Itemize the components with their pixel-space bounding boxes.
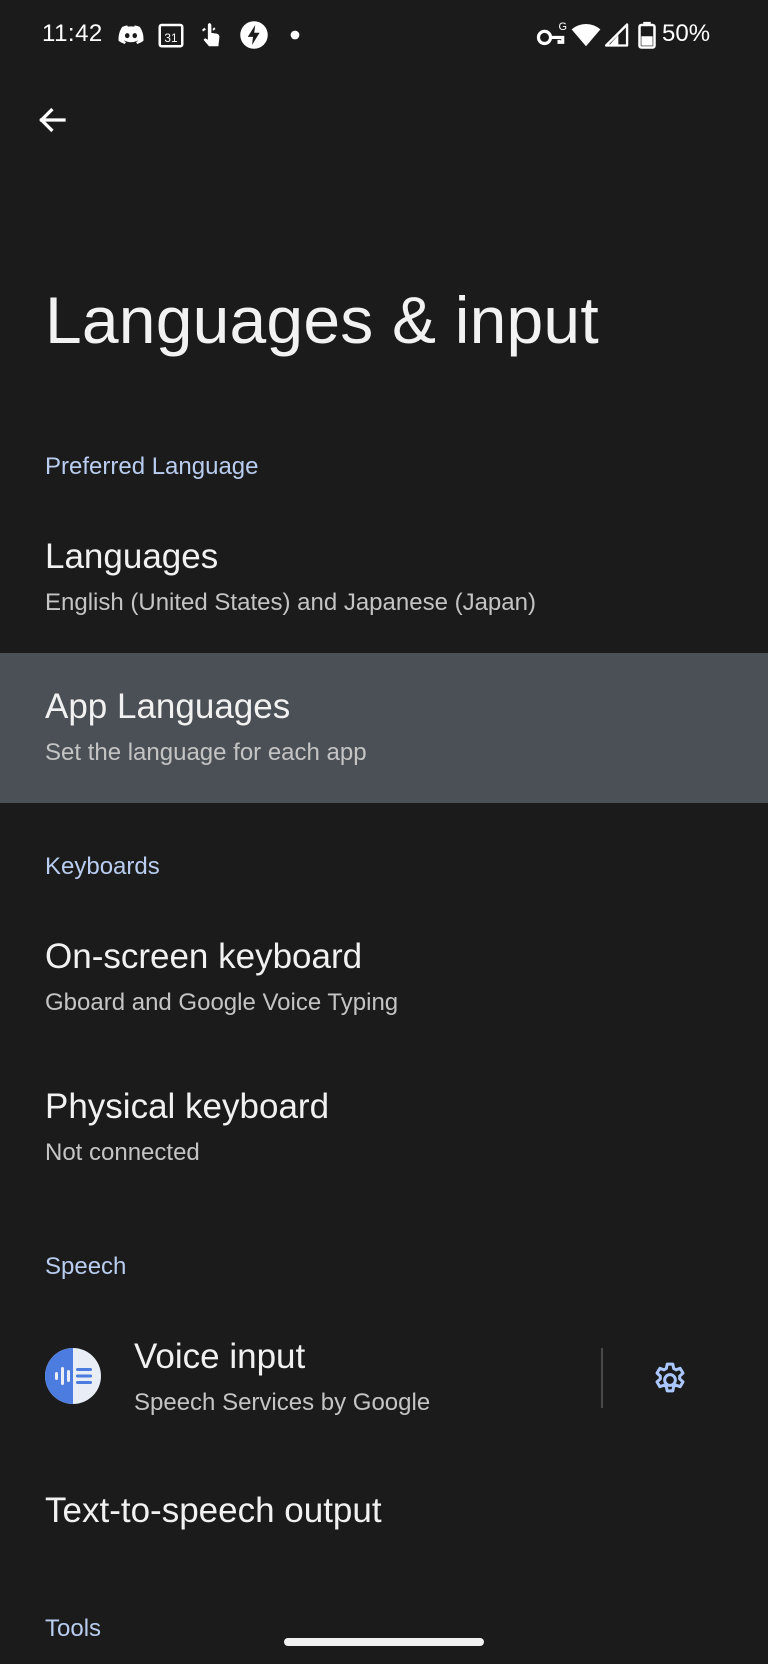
cellular-signal-icon <box>602 20 630 50</box>
physical-keyboard-title: Physical keyboard <box>45 1087 330 1126</box>
voice-input-summary: Speech Services by Google <box>134 1389 431 1416</box>
vpn-key-icon: G <box>536 20 570 50</box>
physical-keyboard-summary: Not connected <box>45 1139 200 1166</box>
svg-text:G: G <box>558 21 566 33</box>
wifi-icon <box>571 20 601 50</box>
on-screen-keyboard-title: On-screen keyboard <box>45 937 363 976</box>
battery-percentage: 50% <box>662 20 711 47</box>
back-button[interactable] <box>28 96 76 144</box>
languages-item[interactable]: Languages English (United States) and Ja… <box>0 503 768 653</box>
gear-icon <box>655 1362 685 1393</box>
section-header-keyboards: Keyboards <box>45 853 160 880</box>
section-header-preferred-language: Preferred Language <box>45 453 259 480</box>
physical-keyboard-item[interactable]: Physical keyboard Not connected <box>0 1053 768 1203</box>
discord-icon <box>116 20 146 50</box>
arrow-back-icon <box>39 107 66 133</box>
vertical-divider <box>601 1348 603 1408</box>
calendar-icon: 31 <box>156 20 186 50</box>
status-time: 11:42 <box>42 20 103 47</box>
touch-gesture-icon <box>198 20 228 50</box>
bolt-icon <box>239 20 269 50</box>
speech-services-icon <box>45 1348 101 1404</box>
on-screen-keyboard-item[interactable]: On-screen keyboard Gboard and Google Voi… <box>0 903 768 1053</box>
text-to-speech-title: Text-to-speech output <box>45 1491 382 1530</box>
app-languages-title: App Languages <box>45 687 291 726</box>
dot-icon <box>280 20 310 50</box>
app-languages-summary: Set the language for each app <box>45 739 367 766</box>
text-to-speech-item[interactable]: Text-to-speech output <box>0 1453 768 1579</box>
app-languages-item[interactable]: App Languages Set the language for each … <box>0 653 768 803</box>
section-header-tools: Tools <box>45 1615 102 1642</box>
gesture-nav-handle[interactable] <box>284 1638 484 1646</box>
on-screen-keyboard-summary: Gboard and Google Voice Typing <box>45 989 399 1016</box>
languages-summary: English (United States) and Japanese (Ja… <box>45 589 536 616</box>
section-header-speech: Speech <box>45 1253 127 1280</box>
svg-text:31: 31 <box>164 31 178 45</box>
status-bar: 11:42 31 G 50% <box>0 0 768 72</box>
languages-title: Languages <box>45 537 219 576</box>
page-title: Languages & input <box>45 283 599 357</box>
voice-input-title: Voice input <box>134 1337 306 1376</box>
battery-icon <box>636 20 658 50</box>
voice-input-settings-button[interactable] <box>646 1356 694 1404</box>
